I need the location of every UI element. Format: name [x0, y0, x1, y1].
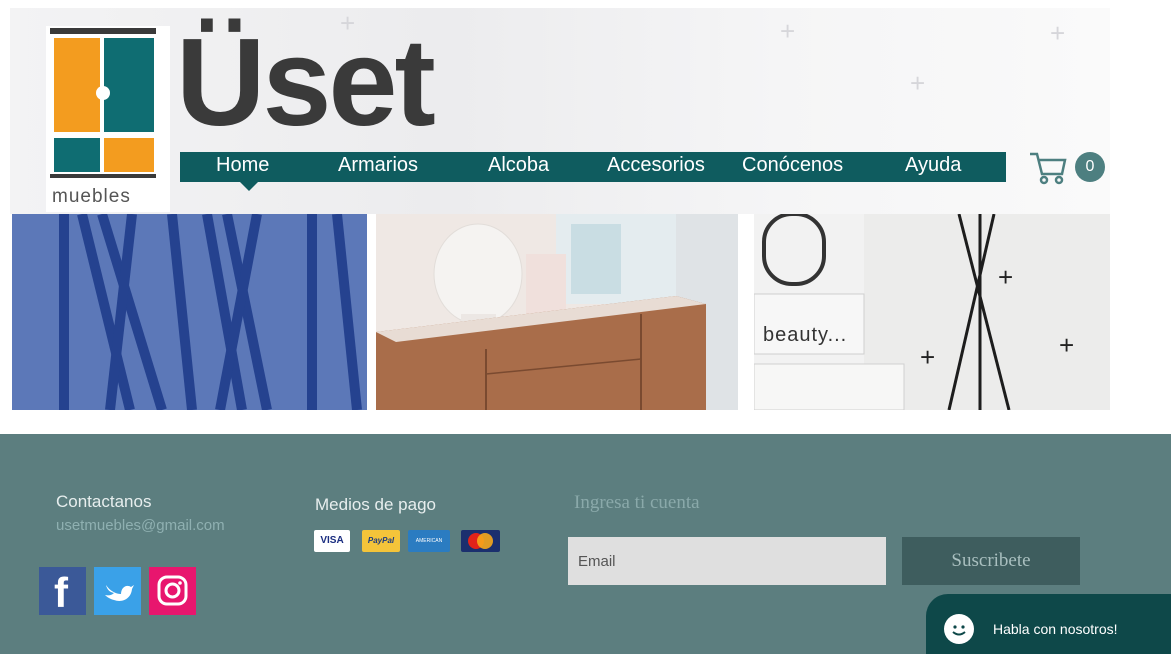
- svg-text:+: +: [998, 262, 1013, 292]
- amex-icon: AMERICAN EXPRESS: [408, 530, 450, 552]
- chat-label[interactable]: Habla con nosotros!: [993, 621, 1118, 637]
- visa-icon: VISA: [314, 530, 350, 552]
- brand-name: Üset: [176, 14, 436, 152]
- banner-image-1[interactable]: [12, 214, 367, 410]
- instagram-icon[interactable]: [149, 567, 196, 615]
- banner-image-2[interactable]: [376, 214, 738, 410]
- payment-title: Medios de pago: [315, 495, 436, 514]
- table-legs-graphic: [12, 214, 367, 410]
- svg-text:+: +: [920, 342, 935, 372]
- cart-button[interactable]: [1028, 148, 1068, 186]
- main-nav: Home Armarios Alcoba Accesorios Conóceno…: [180, 152, 1006, 182]
- nav-item-home[interactable]: Home: [216, 154, 269, 177]
- logo[interactable]: [46, 26, 170, 212]
- mastercard-logo: [468, 533, 493, 549]
- account-title: Ingresa ti cuenta: [574, 492, 700, 513]
- logo-caption: muebles: [52, 186, 131, 207]
- nav-item-conocenos[interactable]: Conócenos: [742, 154, 843, 177]
- coat-rack-graphic: + + +: [754, 214, 1110, 410]
- facebook-icon[interactable]: f: [39, 567, 86, 616]
- svg-text:+: +: [1059, 330, 1074, 360]
- email-input[interactable]: [568, 537, 886, 585]
- banner-caption: beauty...: [763, 324, 848, 346]
- plus-icon: +: [910, 68, 926, 98]
- paypal-icon: PayPal: [362, 530, 400, 552]
- contact-title: Contactanos: [56, 492, 152, 511]
- chat-smile-icon[interactable]: [944, 614, 974, 644]
- cart-icon: [1030, 152, 1067, 185]
- smile-face: [952, 625, 966, 636]
- banner-image-3[interactable]: + + + beauty...: [754, 214, 1110, 410]
- instagram-camera-icon: [157, 575, 188, 606]
- twitter-icon[interactable]: [94, 567, 141, 615]
- active-nav-indicator: [240, 182, 258, 191]
- mastercard-icon: [461, 530, 500, 552]
- subscribe-button[interactable]: Suscribete: [902, 537, 1080, 585]
- plus-icon: +: [780, 16, 796, 46]
- nav-item-accesorios[interactable]: Accesorios: [607, 154, 705, 177]
- cart-count-badge[interactable]: 0: [1075, 152, 1105, 182]
- twitter-bird-icon: [105, 585, 134, 601]
- nav-item-armarios[interactable]: Armarios: [338, 154, 418, 177]
- nav-item-alcoba[interactable]: Alcoba: [488, 154, 549, 177]
- dresser-graphic: [376, 214, 738, 410]
- contact-email-link[interactable]: usetmuebles@gmail.com: [56, 517, 225, 534]
- nav-item-ayuda[interactable]: Ayuda: [905, 154, 961, 177]
- plus-icon: +: [1050, 18, 1066, 48]
- header-background: + + + +: [10, 8, 1110, 214]
